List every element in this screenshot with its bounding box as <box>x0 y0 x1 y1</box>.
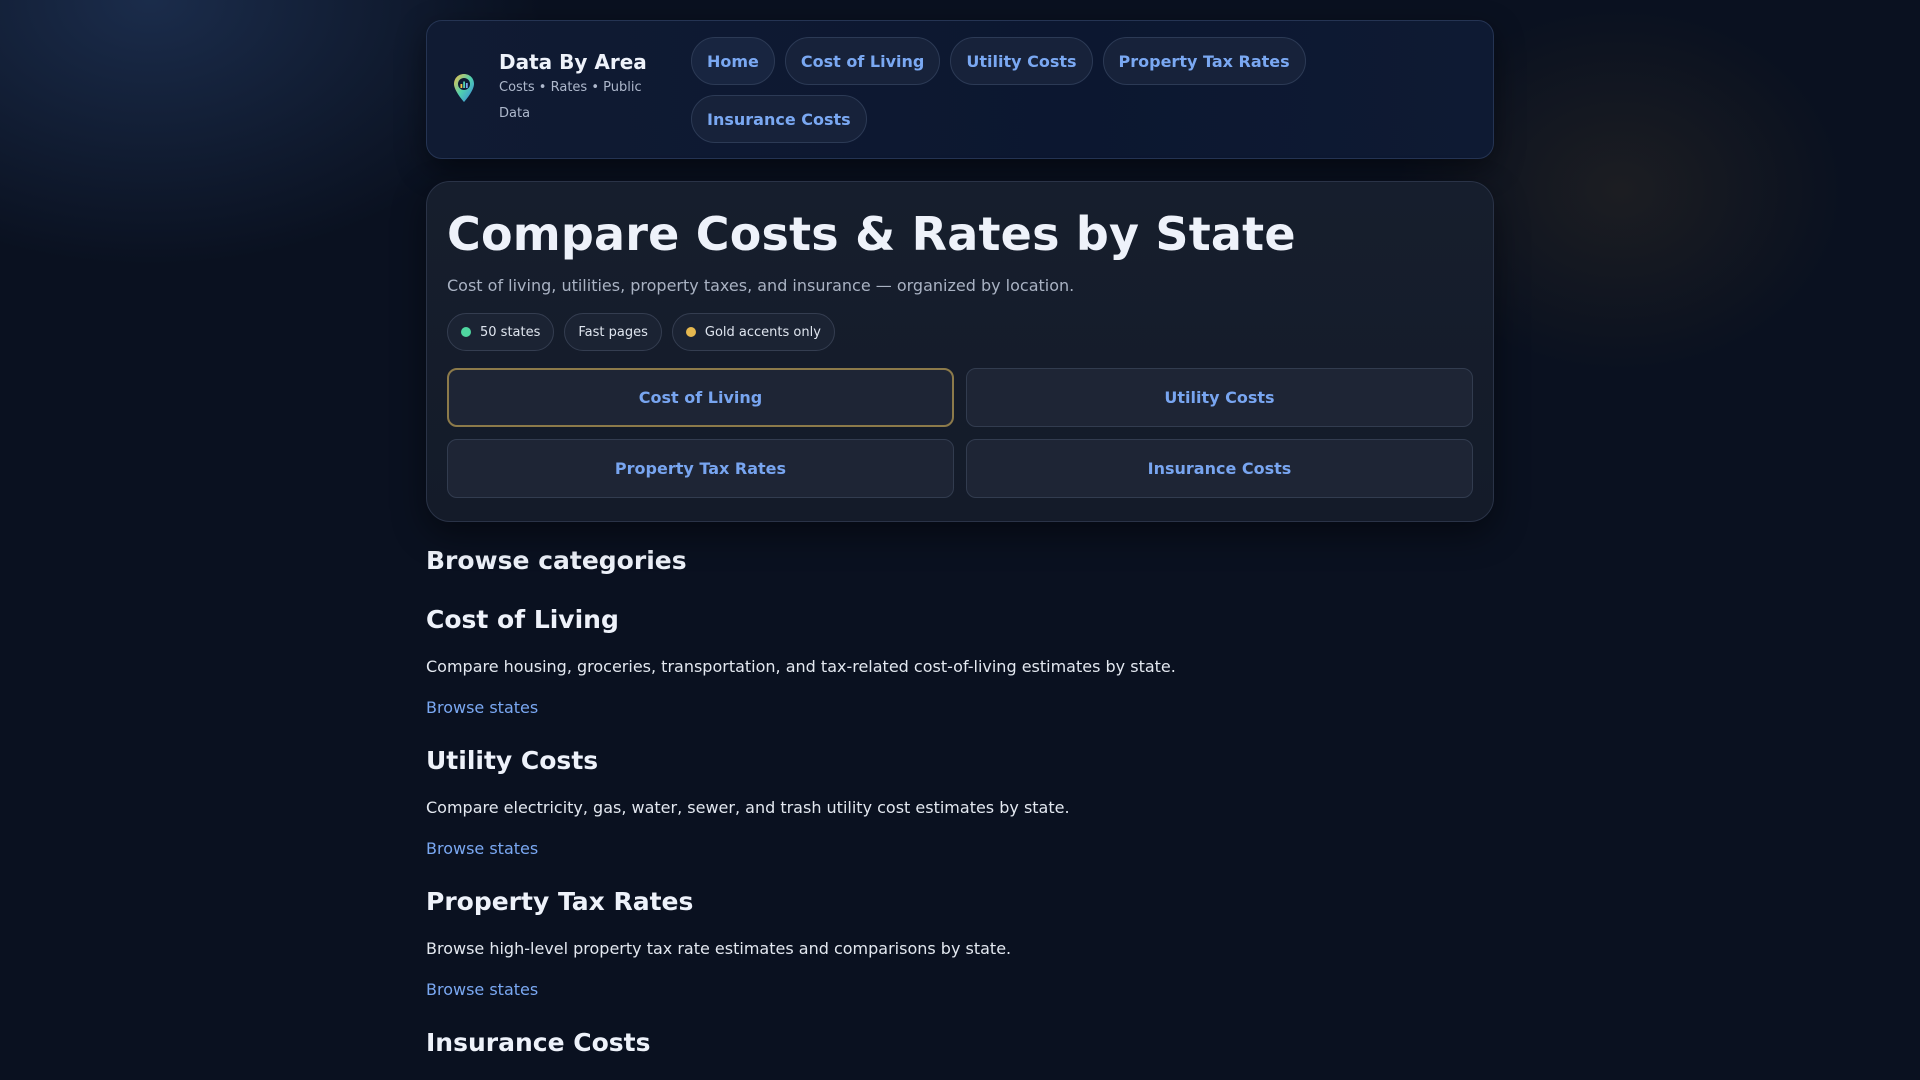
chip-gold-accents: Gold accents only <box>671 313 835 351</box>
insurance-costs-button[interactable]: Insurance Costs <box>966 439 1473 498</box>
map-pin-chart-icon <box>453 73 475 103</box>
property-tax-rates-button[interactable]: Property Tax Rates <box>447 439 954 498</box>
category-title: Property Tax Rates <box>426 887 694 916</box>
nav-cost-of-living[interactable]: Cost of Living <box>784 37 941 85</box>
chip-label: Fast pages <box>578 324 648 340</box>
main-nav: Home Cost of Living Utility Costs Proper… <box>691 37 1331 143</box>
site-header: Data By Area Costs • Rates • Public Data… <box>426 20 1494 159</box>
cost-of-living-button[interactable]: Cost of Living <box>447 368 954 427</box>
brand-subtitle: Costs • Rates • Public Data <box>499 80 642 121</box>
category-property-tax-rates: Property Tax Rates Browse high-level pro… <box>426 887 1494 1000</box>
nav-property-tax-rates[interactable]: Property Tax Rates <box>1102 37 1306 85</box>
category-description: Compare housing, groceries, transportati… <box>426 657 1176 676</box>
hero-subtitle: Cost of living, utilities, property taxe… <box>447 276 1075 295</box>
chip-fast-pages: Fast pages <box>564 313 662 351</box>
brand-title: Data By Area <box>499 50 647 74</box>
category-utility-costs: Utility Costs Compare electricity, gas, … <box>426 746 1494 859</box>
category-title: Cost of Living <box>426 605 619 634</box>
nav-insurance-costs[interactable]: Insurance Costs <box>691 95 867 143</box>
brand[interactable]: Data By Area Costs • Rates • Public Data <box>453 49 649 127</box>
page-title: Compare Costs & Rates by State <box>447 207 1296 261</box>
category-description: Browse high-level property tax rate esti… <box>426 939 1012 958</box>
browse-states-link[interactable]: Browse states <box>426 839 538 859</box>
chip-label: Gold accents only <box>704 324 821 340</box>
nav-home[interactable]: Home <box>691 37 775 85</box>
browse-states-link[interactable]: Browse states <box>426 698 538 718</box>
page-container: Data By Area Costs • Rates • Public Data… <box>426 20 1494 1058</box>
category-button-grid: Cost of Living Utility Costs Property Ta… <box>447 368 1473 498</box>
category-title: Utility Costs <box>426 746 599 775</box>
browse-states-link[interactable]: Browse states <box>426 980 538 1000</box>
category-insurance-costs: Insurance Costs <box>426 1028 1494 1058</box>
chip-label: 50 states <box>480 324 541 340</box>
category-description: Compare electricity, gas, water, sewer, … <box>426 798 1070 817</box>
feature-chips: 50 states Fast pages Gold accents only <box>447 313 1473 351</box>
main-content: Browse categories Cost of Living Compare… <box>426 546 1494 1058</box>
section-heading: Browse categories <box>426 546 687 575</box>
green-dot-icon <box>461 327 471 337</box>
category-cost-of-living: Cost of Living Compare housing, grocerie… <box>426 605 1494 718</box>
chip-states: 50 states <box>447 313 555 351</box>
utility-costs-button[interactable]: Utility Costs <box>966 368 1473 427</box>
hero-panel: Compare Costs & Rates by State Cost of l… <box>426 181 1494 522</box>
nav-utility-costs[interactable]: Utility Costs <box>950 37 1093 85</box>
category-title: Insurance Costs <box>426 1028 651 1057</box>
gold-dot-icon <box>685 327 696 337</box>
